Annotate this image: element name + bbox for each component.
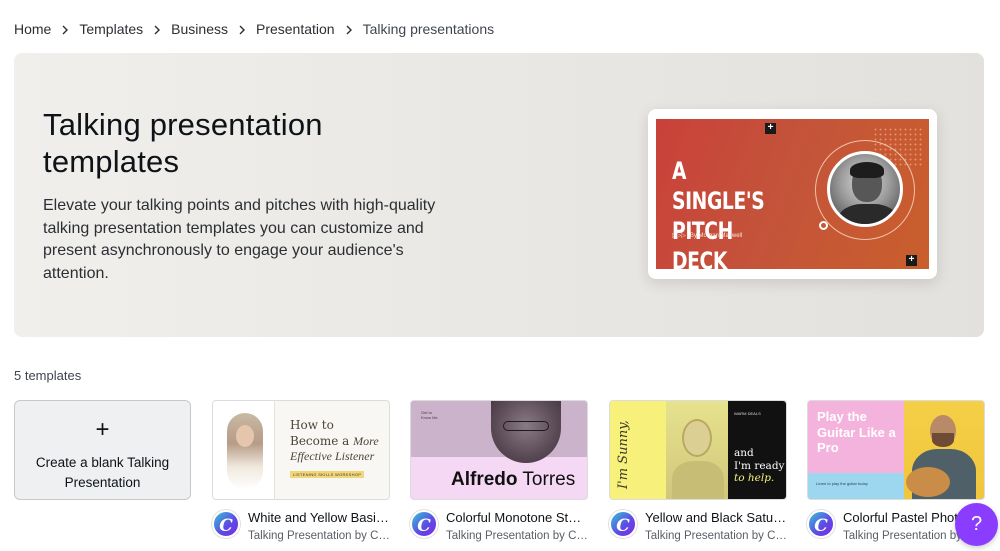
canva-logo-icon: C [609,510,637,538]
template-author: Talking Presentation by Canva Creative S… [645,530,787,542]
canva-logo-icon: C [807,510,835,538]
slide-headline-line2: PITCH DECK [672,217,733,269]
template-title[interactable]: Yellow and Black Saturated Talking Prese… [645,510,787,526]
guitarist-photo [904,401,984,499]
template-thumbnail[interactable]: I'm Sunny, WARM DEALS and I'm ready to h… [609,400,787,500]
thumb-heading: How to Become a More Effective Listener [290,418,379,463]
chevron-right-icon [335,21,363,37]
template-card[interactable]: Get to Know Me Alfredo Torres C Colorful… [410,400,588,551]
thumb-heading: Play the Guitar Like a Pro [817,409,896,455]
hero-preview-slide: A SINGLE'S PITCH DECK ▷▷▷ By Morgan Maxw… [656,119,929,269]
template-title[interactable]: White and Yellow Basic Talking Presentat… [248,510,390,526]
template-card[interactable]: How to Become a More Effective Listener … [212,400,390,551]
plus-icon: + [95,416,110,443]
decorative-dot [819,221,828,230]
slide-headline-line1: A SINGLE'S [672,157,765,215]
thumb-name: Alfredo Torres [451,469,576,490]
plus-icon: + [906,255,917,266]
template-author: Talking Presentation by Canva Creative S… [446,530,588,542]
thumb-small-text: Learn to play the guitar today [816,481,868,486]
breadcrumb-business[interactable]: Business [171,21,228,37]
thumb-vertical-text: I'm Sunny, [616,420,631,489]
portrait-photo [827,151,903,227]
portrait-photo [227,413,263,489]
breadcrumb-templates[interactable]: Templates [79,21,143,37]
thumb-small-text: WARM DEALS [734,411,761,416]
play-arrows-icon: ▷▷▷ [672,233,686,239]
template-thumbnail[interactable]: How to Become a More Effective Listener … [212,400,390,500]
breadcrumb: Home Templates Business Presentation Tal… [14,19,494,39]
page-title: Talking presentation templates [43,107,323,179]
breadcrumb-current: Talking presentations [362,21,495,37]
help-button[interactable]: ? [955,503,998,546]
hero-description: Elevate your talking points and pitches … [43,197,436,282]
breadcrumb-home[interactable]: Home [14,21,51,37]
thumb-heading: and I'm ready to help. [734,447,785,484]
thumb-small-text: Get to Know Me [421,410,438,420]
hero-banner: Talking presentation templates Elevate y… [14,53,984,337]
chevron-right-icon [143,21,171,37]
canva-logo-icon: C [410,510,438,538]
template-count: 5 templates [14,368,82,383]
create-blank-label: Create a blank Talking Presentation [35,455,170,490]
template-author: Talking Presentation by Canva Creative S… [248,530,390,542]
portrait-photo [666,401,728,499]
create-blank-button[interactable]: + Create a blank Talking Presentation [14,400,191,500]
template-thumbnail[interactable]: Play the Guitar Like a Pro Learn to play… [807,400,985,500]
breadcrumb-presentation[interactable]: Presentation [256,21,335,37]
slide-author: ▷▷▷ By Morgan Maxwell [672,232,743,240]
slide-headline: A SINGLE'S PITCH DECK [672,156,781,269]
chevron-right-icon [51,21,79,37]
template-card[interactable]: I'm Sunny, WARM DEALS and I'm ready to h… [609,400,787,551]
slide-author-name: By Morgan Maxwell [689,232,743,239]
chevron-right-icon [228,21,256,37]
thumb-tag: LISTENING SKILLS WORKSHOP [290,471,365,478]
template-thumbnail[interactable]: Get to Know Me Alfredo Torres [410,400,588,500]
plus-icon: + [765,123,776,134]
canva-logo-icon: C [212,510,240,538]
template-title[interactable]: Colorful Monotone Student Talking Presen… [446,510,588,526]
hero-preview-card[interactable]: A SINGLE'S PITCH DECK ▷▷▷ By Morgan Maxw… [648,109,937,279]
